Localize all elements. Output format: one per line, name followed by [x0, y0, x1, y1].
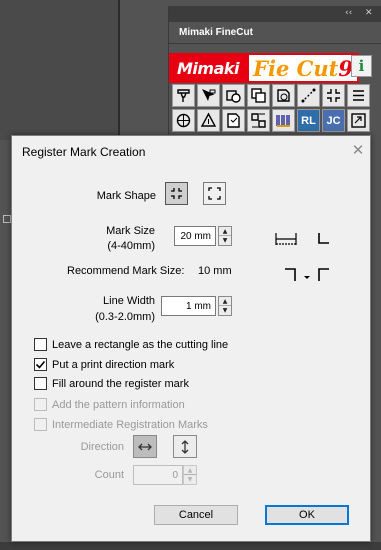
jc-text: JC [326, 114, 341, 127]
spin-down-icon[interactable]: ▼ [219, 236, 231, 245]
dialog-title: Register Mark Creation [22, 145, 146, 159]
checkbox-label: Leave a rectangle as the cutting line [52, 338, 229, 351]
mark-shape-corner-button[interactable] [203, 182, 226, 205]
checkbox-box[interactable] [34, 358, 47, 371]
ok-button[interactable]: OK [265, 505, 349, 525]
horizontal-arrow-icon [138, 443, 152, 450]
mark-size-input[interactable]: 20 mm [174, 226, 216, 246]
checkmark-icon [35, 360, 46, 369]
spin-up-icon[interactable]: ▲ [219, 227, 231, 236]
count-spin-buttons[interactable]: ▲ ▼ [183, 465, 197, 485]
line-width-spin-buttons[interactable]: ▲ ▼ [218, 296, 232, 316]
grid-icon[interactable] [247, 109, 270, 132]
finecut-logo: Mimaki Fi e Cut 9 [169, 53, 364, 83]
app-panel-icon [3, 215, 11, 223]
curve-icon[interactable] [297, 84, 320, 107]
line-width-label: Line Width [103, 295, 155, 307]
direction-label: Direction [80, 441, 124, 453]
close-icon[interactable]: ✕ [365, 8, 373, 18]
line-width-stepper[interactable]: 1 mm ▲ ▼ [161, 296, 235, 316]
spin-up-icon[interactable]: ▲ [219, 297, 231, 306]
app-background-mid [120, 0, 168, 140]
register-mark-icon[interactable] [322, 84, 345, 107]
target-icon[interactable] [172, 109, 195, 132]
document-icon[interactable] [222, 109, 245, 132]
mark-size-label: Mark Size [106, 225, 155, 237]
rl-icon[interactable]: RL [297, 109, 320, 132]
checkbox-label: Put a print direction mark [52, 358, 175, 371]
checkbox-label: Add the pattern information [52, 398, 185, 411]
mark-shape-cross-button[interactable] [165, 182, 188, 205]
palette-tab-bar: Mimaki FineCut [169, 22, 381, 44]
fill-around-checkbox[interactable]: Fill around the register mark [34, 377, 189, 390]
direction-horizontal-button[interactable] [133, 435, 157, 458]
register-mark-dialog: Register Mark Creation ✕ Mark Shape Mark… [11, 135, 371, 542]
contour-icon[interactable] [272, 84, 295, 107]
print-direction-mark-checkbox[interactable]: Put a print direction mark [34, 358, 174, 371]
info-button[interactable]: i [351, 55, 372, 77]
mimaki-logo: Mimaki [169, 53, 247, 83]
line-width-range-label: (0.3-2.0mm) [95, 311, 155, 323]
jc-icon[interactable]: JC [322, 109, 345, 132]
recommend-mark-size-label: Recommend Mark Size: [67, 265, 185, 277]
layer-icon[interactable] [247, 84, 270, 107]
mark-size-spin-buttons[interactable]: ▲ ▼ [218, 226, 232, 246]
collapse-icon[interactable]: ‹‹ [345, 8, 352, 18]
checkbox-box[interactable] [34, 377, 47, 390]
count-stepper[interactable]: 0 ▲ ▼ [133, 465, 197, 485]
checkbox-box[interactable] [34, 398, 47, 411]
direction-vertical-button[interactable] [173, 435, 197, 458]
mark-shape-label: Mark Shape [96, 190, 156, 202]
cursor-plot-icon[interactable] [197, 84, 220, 107]
cancel-button[interactable]: Cancel [154, 505, 238, 525]
app-background-left [0, 0, 118, 140]
count-label: Count [94, 469, 124, 481]
list-icon[interactable] [347, 84, 370, 107]
recommend-mark-size-value: 10 mm [198, 265, 232, 277]
logo-text-b: e Cut [275, 55, 339, 81]
rl-text: RL [301, 114, 316, 127]
outline-icon[interactable] [222, 84, 245, 107]
mark-size-preview-icon [275, 233, 329, 245]
pattern-information-checkbox[interactable]: Add the pattern information [34, 398, 185, 411]
finecut-product-logo: Fi e Cut 9 [247, 53, 359, 83]
plot-icon[interactable] [172, 84, 195, 107]
checkbox-box[interactable] [34, 338, 47, 351]
vertical-arrow-icon [181, 439, 189, 454]
tab-mimaki-finecut[interactable]: Mimaki FineCut [169, 25, 263, 42]
checkbox-label: Fill around the register mark [52, 377, 189, 390]
barcode-icon[interactable] [272, 109, 295, 132]
spin-up-icon[interactable]: ▲ [184, 466, 196, 475]
spin-down-icon[interactable]: ▼ [219, 306, 231, 315]
direction-mark-preview-icon [285, 268, 329, 281]
palette-header: ‹‹ ✕ [169, 6, 381, 22]
close-icon[interactable]: ✕ [350, 142, 366, 158]
triangle-icon[interactable] [197, 109, 220, 132]
intermediate-marks-checkbox[interactable]: Intermediate Registration Marks [34, 418, 208, 431]
export-icon[interactable] [347, 109, 370, 132]
app-bottom-bar [0, 542, 381, 550]
line-width-input[interactable]: 1 mm [161, 296, 216, 316]
finecut-palette: ‹‹ ✕ Mimaki FineCut Mimaki Fie Cut9 i [168, 6, 381, 146]
count-input[interactable]: 0 [133, 465, 183, 485]
checkbox-box[interactable] [34, 418, 47, 431]
leave-rectangle-checkbox[interactable]: Leave a rectangle as the cutting line [34, 338, 228, 351]
mark-size-stepper[interactable]: 20 mm ▲ ▼ [174, 226, 232, 246]
logo-text-a: Fi [253, 55, 276, 81]
checkbox-label: Intermediate Registration Marks [52, 418, 208, 431]
mark-size-range-label: (4-40mm) [107, 240, 155, 252]
spin-down-icon[interactable]: ▼ [184, 475, 196, 484]
